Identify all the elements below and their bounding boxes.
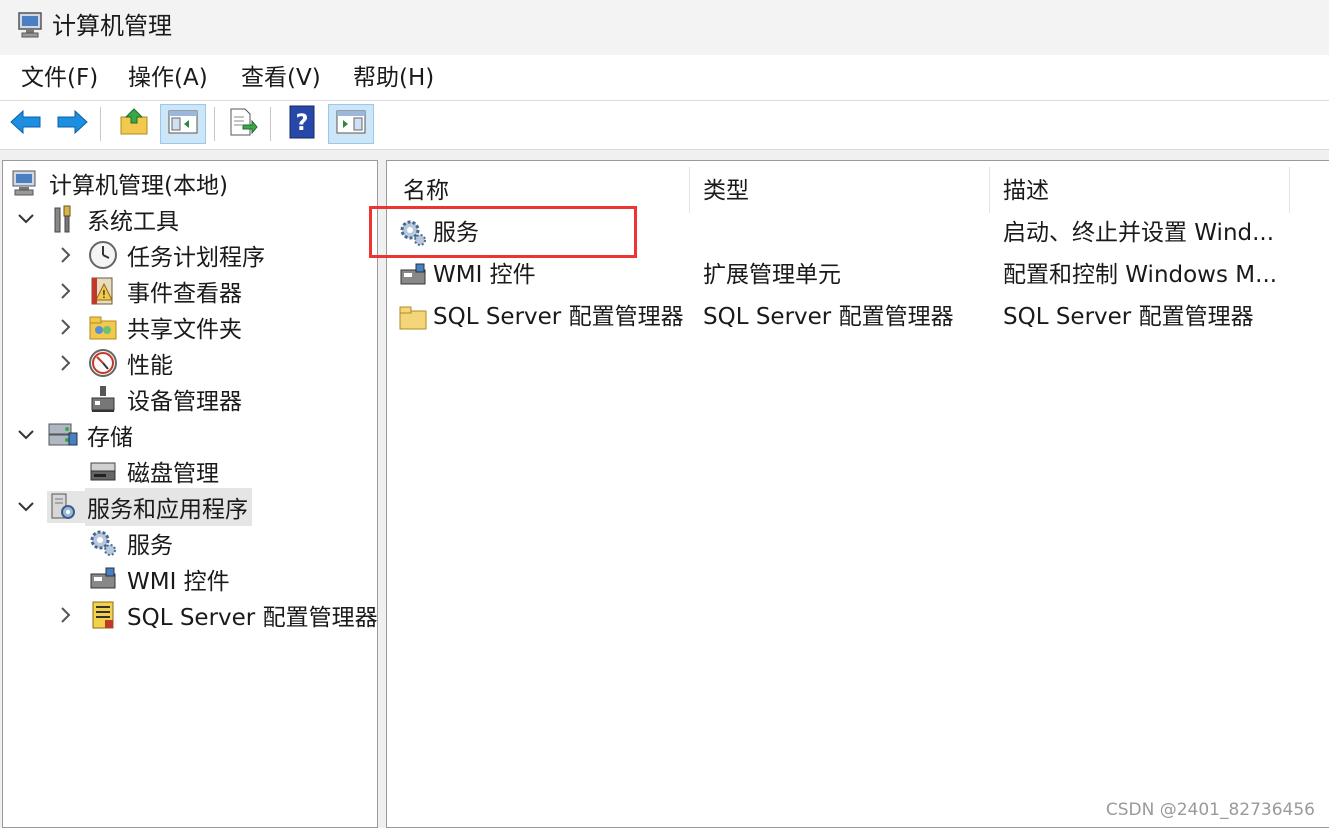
tree-item-sql-server-config[interactable]: SQL Server 配置管理器	[53, 598, 382, 632]
cell-description: SQL Server 配置管理器	[1003, 304, 1254, 330]
up-folder-icon	[118, 107, 150, 141]
computer-management-icon	[16, 10, 46, 44]
forward-arrow-icon	[55, 108, 89, 140]
back-arrow-icon	[9, 108, 43, 140]
tree-item-system-tools[interactable]: 系统工具	[13, 202, 183, 236]
tree-label: 服务和应用程序	[85, 488, 252, 526]
cell-type	[703, 213, 983, 253]
column-header-description[interactable]: 描述	[989, 169, 1289, 213]
tree-label: 系统工具	[87, 209, 179, 235]
chevron-down-icon[interactable]	[13, 494, 39, 520]
tree-label: 服务	[127, 533, 173, 559]
tree-item-storage[interactable]: 存储	[13, 418, 137, 452]
toolbar-separator	[270, 107, 271, 141]
disk-drive-icon	[87, 455, 119, 487]
show-hide-tree-button[interactable]	[160, 104, 206, 144]
menu-bar: 文件(F) 操作(A) 查看(V) 帮助(H)	[0, 55, 1329, 101]
chevron-right-icon[interactable]	[53, 350, 79, 376]
tree-item-services[interactable]: 服务	[87, 526, 177, 560]
svg-text:?: ?	[296, 111, 309, 136]
action-pane-button[interactable]	[328, 104, 374, 144]
tree-label: 设备管理器	[127, 389, 242, 415]
menu-file[interactable]: 文件(F)	[19, 63, 100, 93]
title-bar: 计算机管理	[0, 0, 1329, 55]
annotation-highlight-box	[369, 206, 637, 258]
tools-icon	[47, 203, 79, 235]
chevron-right-icon[interactable]	[53, 278, 79, 304]
tree-item-services-and-apps[interactable]: 服务和应用程序	[13, 488, 252, 526]
cell-type: SQL Server 配置管理器	[703, 304, 954, 330]
performance-gauge-icon	[87, 347, 119, 379]
folder-icon	[397, 301, 429, 333]
clock-icon	[87, 239, 119, 271]
chevron-down-icon[interactable]	[13, 422, 39, 448]
cell-type: 扩展管理单元	[703, 262, 841, 288]
tree-item-shared-folders[interactable]: 共享文件夹	[53, 310, 246, 344]
tree-label: 任务计划程序	[127, 245, 265, 271]
wmi-control-icon	[397, 259, 429, 291]
services-apps-icon	[47, 491, 85, 523]
menu-action[interactable]: 操作(A)	[126, 63, 210, 93]
row-name-text: WMI 控件	[433, 262, 536, 288]
export-list-button[interactable]	[222, 104, 262, 144]
sql-server-config-icon	[87, 599, 119, 631]
event-log-icon: !	[87, 275, 119, 307]
tree-label: 性能	[127, 353, 173, 379]
show-hide-tree-icon	[167, 108, 199, 140]
gear-icon	[87, 527, 119, 559]
tree-label: SQL Server 配置管理器	[127, 605, 378, 631]
chevron-right-icon[interactable]	[53, 314, 79, 340]
tree-label: 共享文件夹	[127, 317, 242, 343]
menu-help[interactable]: 帮助(H)	[351, 63, 436, 93]
toolbar-separator	[100, 107, 101, 141]
forward-button[interactable]	[52, 104, 92, 144]
chevron-right-icon[interactable]	[53, 242, 79, 268]
window-title: 计算机管理	[52, 12, 172, 40]
column-divider[interactable]	[1289, 167, 1290, 213]
help-button[interactable]: ?	[282, 104, 322, 144]
tree-item-device-manager[interactable]: 设备管理器	[87, 382, 246, 416]
row-name-text: SQL Server 配置管理器	[433, 304, 684, 330]
tree-item-performance[interactable]: 性能	[53, 346, 177, 380]
list-row[interactable]: WMI 控件 扩展管理单元 配置和控制 Windows M...	[387, 255, 1329, 295]
pane-splitter[interactable]	[378, 160, 386, 828]
back-button[interactable]	[6, 104, 46, 144]
tree-label: 磁盘管理	[127, 461, 219, 487]
tree-label: 事件查看器	[127, 281, 242, 307]
up-level-button[interactable]	[114, 104, 154, 144]
computer-management-icon	[9, 167, 41, 199]
list-row[interactable]: SQL Server 配置管理器 SQL Server 配置管理器 SQL Se…	[387, 297, 1329, 337]
wmi-control-icon	[87, 563, 119, 595]
storage-icon	[47, 419, 79, 451]
tree-item-wmi-control[interactable]: WMI 控件	[87, 562, 234, 596]
console-tree[interactable]: 计算机管理(本地) 系统工具 任务计划程序 ! 事件查看器 共享文件夹 性能 设…	[2, 160, 378, 828]
watermark: CSDN @2401_82736456	[1105, 800, 1315, 820]
cell-name: WMI 控件	[397, 255, 687, 295]
chevron-right-icon[interactable]	[53, 602, 79, 628]
device-manager-icon	[87, 383, 119, 415]
export-list-icon	[226, 107, 258, 141]
svg-text:!: !	[102, 288, 106, 301]
toolbar: ?	[0, 101, 1329, 150]
tree-label: WMI 控件	[127, 569, 230, 595]
toolbar-separator	[214, 107, 215, 141]
menu-view[interactable]: 查看(V)	[239, 63, 323, 93]
tree-label: 计算机管理(本地)	[49, 173, 228, 199]
column-header-type[interactable]: 类型	[689, 169, 989, 213]
tree-item-root[interactable]: 计算机管理(本地)	[9, 166, 232, 200]
tree-item-disk-management[interactable]: 磁盘管理	[87, 454, 223, 488]
tree-item-task-scheduler[interactable]: 任务计划程序	[53, 238, 269, 272]
cell-description: 启动、终止并设置 Wind...	[1003, 220, 1275, 246]
tree-item-event-viewer[interactable]: ! 事件查看器	[53, 274, 246, 308]
cell-name: SQL Server 配置管理器	[397, 297, 687, 337]
shared-folder-icon	[87, 311, 119, 343]
details-list[interactable]: 名称 类型 描述 服务 启动、终止并设置 Wind... WMI 控件 扩展管理…	[386, 160, 1329, 828]
action-pane-icon	[335, 108, 367, 140]
cell-description: 配置和控制 Windows M...	[1003, 262, 1278, 288]
tree-label: 存储	[87, 425, 133, 451]
help-icon: ?	[288, 105, 316, 143]
chevron-down-icon[interactable]	[13, 206, 39, 232]
